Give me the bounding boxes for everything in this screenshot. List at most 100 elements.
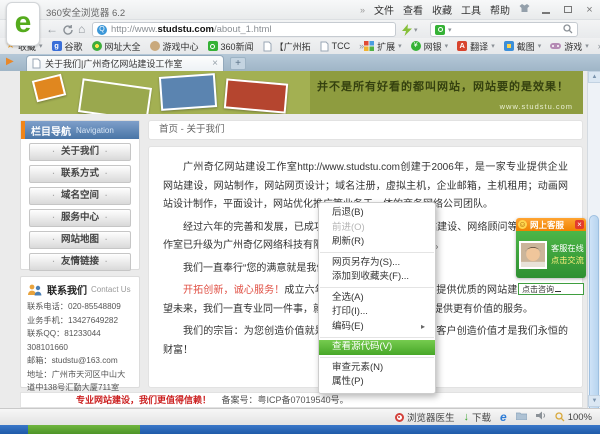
toolbar-bank[interactable]: ¥网银▾ — [411, 40, 449, 53]
chat-close-icon[interactable]: × — [575, 220, 584, 229]
scrollbar[interactable]: ▲ ▼ — [587, 71, 600, 408]
breadcrumb-separator: - — [181, 124, 184, 135]
breadcrumb-current: 关于我们 — [186, 124, 224, 135]
browser-doctor[interactable]: 浏览器医生 — [395, 410, 455, 424]
menu-item-forward: 前进(O) — [319, 221, 435, 236]
maximize-button[interactable] — [561, 4, 574, 16]
submenu-arrow-icon: ▸ — [421, 320, 425, 335]
sidebar-item-about[interactable]: ·关于我们· — [29, 143, 131, 161]
zoom-icon — [555, 412, 565, 422]
bookmark-sites[interactable]: 网址大全 — [92, 40, 141, 53]
mute-icon[interactable] — [536, 411, 546, 423]
menu-file[interactable]: 文件 — [374, 2, 394, 17]
new-tab-button[interactable]: + — [230, 57, 246, 70]
window-title: 360安全浏览器 6.2 — [46, 5, 125, 19]
scroll-down-icon[interactable]: ▼ — [588, 395, 600, 407]
bookmark-guangzhou[interactable]: 【广州拓 — [263, 40, 311, 53]
banner-url: www.studstu.com — [500, 102, 573, 111]
active-tab[interactable]: 关于我们|广州奇亿网站建设工作室 × — [26, 55, 224, 71]
gamepad-icon — [550, 42, 561, 50]
screenshot-icon — [504, 41, 514, 51]
bookmark-tcc[interactable]: TCC — [320, 41, 351, 52]
extensions-icon — [364, 41, 374, 51]
toolbar-translate[interactable]: A翻译▾ — [457, 40, 495, 53]
speed-mode-caret-icon[interactable]: ▾ — [414, 26, 418, 34]
contact-email: 邮箱：studstu@163.com — [27, 354, 133, 368]
breadcrumb-home[interactable]: 首页 — [159, 124, 178, 135]
minimize-button[interactable] — [539, 4, 552, 16]
menu-item-select-all[interactable]: 全选(A) — [319, 291, 435, 306]
sidebar-item-links[interactable]: ·友情链接· — [29, 253, 131, 271]
google-icon: g — [52, 41, 62, 51]
contact-box: 联系我们 Contact Us 联系电话：020-85548809 业务手机：1… — [20, 276, 140, 388]
chat-title: 网上客服 — [530, 219, 572, 231]
sidebar-item-domain[interactable]: ·域名空间· — [29, 187, 131, 205]
menu-item-back[interactable]: 后退(B) — [319, 206, 435, 221]
site-banner: 并不是所有好看的都叫网站，网站要的是效果！ www.studstu.com — [20, 71, 583, 114]
toolbar-screenshot[interactable]: 截图▾ — [504, 40, 542, 53]
chat-action[interactable]: 点击交流 — [551, 255, 584, 267]
url-text[interactable]: http://www.studstu.com/about_1.html — [111, 24, 272, 35]
resources-icon[interactable] — [516, 411, 527, 423]
contact-mobile: 业务手机：13427649282 — [27, 314, 133, 328]
chat-text: 客服在线 点击交流 — [551, 243, 584, 267]
url-path: /about_1.html — [214, 24, 272, 35]
bank-icon: ¥ — [411, 41, 421, 51]
chat-input[interactable]: 点击咨询 — [518, 283, 584, 295]
search-icon[interactable] — [563, 21, 573, 39]
bookmark-google[interactable]: g谷歌 — [52, 40, 83, 53]
menu-item-view-source[interactable]: 查看源代码(V) — [319, 340, 435, 355]
address-bar[interactable]: Q http://www.studstu.com/about_1.html — [92, 22, 396, 37]
zoom-control[interactable]: 100% — [555, 412, 592, 423]
search-engine-icon[interactable] — [435, 25, 445, 35]
menu-item-refresh[interactable]: 刷新(R) — [319, 235, 435, 250]
close-button[interactable]: × — [583, 4, 596, 16]
text-caret — [555, 284, 561, 292]
download-icon: ↓ — [463, 411, 469, 423]
bookmark-game-center[interactable]: 游戏中心 — [150, 40, 199, 53]
menu-separator — [320, 357, 434, 358]
footer-icp: 备案号：粤ICP备07019540号。 — [222, 395, 349, 405]
menu-item-properties[interactable]: 属性(P) — [319, 375, 435, 390]
skin-icon[interactable] — [519, 3, 530, 16]
sidebar-item-service[interactable]: ·服务中心· — [29, 209, 131, 227]
menu-item-encoding[interactable]: 编码(E)▸ — [319, 320, 435, 335]
menu-tools[interactable]: 工具 — [461, 2, 481, 17]
menu-view[interactable]: 查看 — [403, 2, 423, 17]
banner-collage — [20, 71, 310, 114]
contact-header: 联系我们 Contact Us — [27, 282, 133, 297]
toolbar-extensions[interactable]: 扩展▾ — [364, 40, 402, 53]
tab-list-icon[interactable]: ▶ — [6, 56, 14, 67]
favorites-caret-icon: ▾ — [39, 42, 43, 50]
search-engine-caret-icon[interactable]: ▾ — [448, 26, 452, 34]
url-prefix: http://www. — [111, 24, 157, 35]
toolbar-games[interactable]: 游戏▾ — [550, 40, 589, 53]
chat-body[interactable]: 客服在线 点击交流 — [516, 231, 586, 278]
tab-close-icon[interactable]: × — [212, 59, 218, 69]
menu-overflow-icon[interactable]: » — [360, 5, 365, 15]
bookmark-360-news[interactable]: 360新闻 — [208, 40, 254, 53]
menu-item-save-as[interactable]: 网页另存为(S)... — [319, 256, 435, 271]
sidebar-nav: 栏目导航 Navigation ·关于我们· ·联系方式· ·域名空间· ·服务… — [20, 120, 140, 270]
menu-item-inspect[interactable]: 审查元素(N) — [319, 361, 435, 376]
menu-item-print[interactable]: 打印(I)... — [319, 305, 435, 320]
menu-favorites[interactable]: 收藏 — [432, 2, 452, 17]
menu-help[interactable]: 帮助 — [490, 2, 510, 17]
context-menu: 后退(B) 前进(O) 刷新(R) 网页另存为(S)... 添加到收藏夹(F).… — [318, 202, 436, 394]
sidebar-item-sitemap[interactable]: ·网站地图· — [29, 231, 131, 249]
ie-mode-icon[interactable]: e — [500, 410, 507, 424]
search-box[interactable]: ▾ — [430, 22, 578, 37]
download-manager[interactable]: ↓下载 — [463, 410, 491, 424]
page-icon — [263, 41, 272, 52]
nav-header: 栏目导航 Navigation — [21, 121, 139, 139]
bookmarks-left: ★收藏▾ g谷歌 网址大全 游戏中心 360新闻 【广州拓 TCC » — [6, 40, 364, 53]
people-icon — [27, 284, 43, 296]
sidebar-item-contact[interactable]: ·联系方式· — [29, 165, 131, 183]
scroll-up-icon[interactable]: ▲ — [588, 71, 600, 83]
chat-header[interactable]: ☺ 网上客服 × — [516, 218, 586, 231]
menu-item-add-favorite[interactable]: 添加到收藏夹(F)... — [319, 270, 435, 285]
home-button[interactable]: ⌂ — [78, 22, 85, 36]
contact-phone: 联系电话：020-85548809 — [27, 300, 133, 314]
contact-subtitle: Contact Us — [91, 285, 131, 294]
back-button[interactable]: ← — [46, 22, 58, 36]
